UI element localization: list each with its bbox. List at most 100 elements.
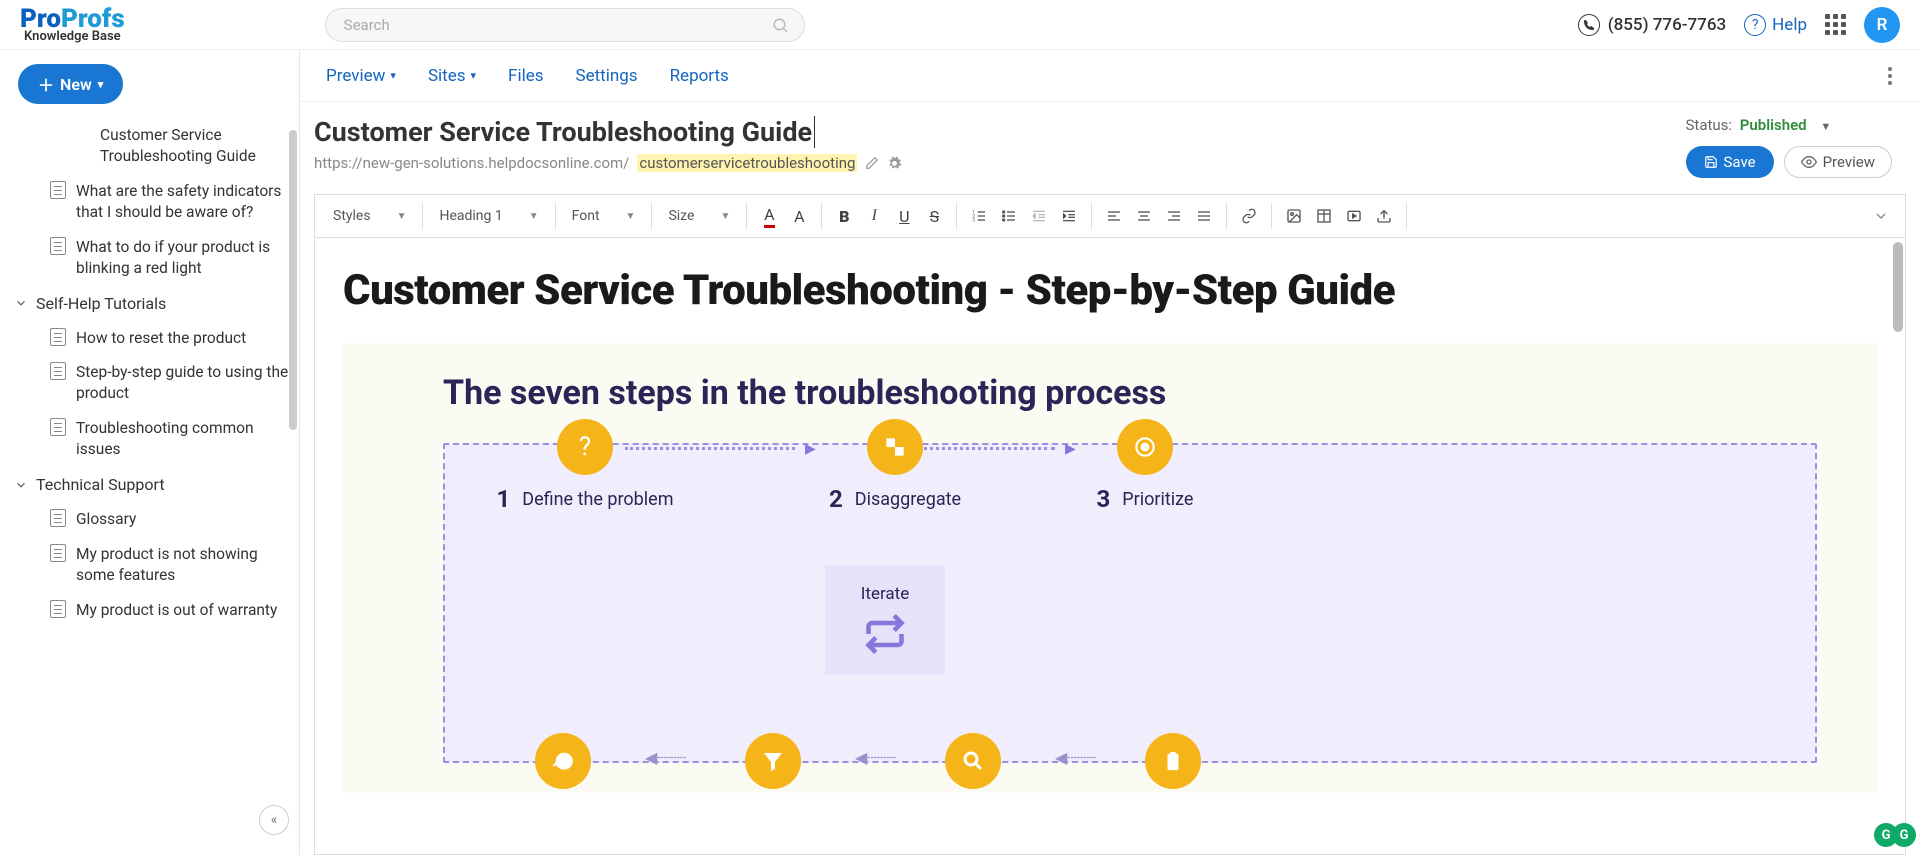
folder-tech-support[interactable]: Technical Support (0, 467, 299, 502)
logo[interactable]: ProProfs Knowledge Base (20, 6, 125, 43)
video-icon[interactable] (1340, 202, 1368, 230)
question-icon: ? (557, 419, 613, 475)
iterate-icon (863, 612, 907, 656)
table-icon[interactable] (1310, 202, 1338, 230)
arrow-left-icon: ◀┄┄┄ (1055, 748, 1096, 767)
tree-item-troubleshoot[interactable]: Troubleshooting common issues (0, 411, 299, 467)
underline-icon[interactable]: U (890, 202, 918, 230)
menubar: Preview▾ Sites▾ Files Settings Reports (300, 50, 1920, 102)
grammarly-badges[interactable]: G G (1880, 823, 1916, 847)
folder-label: Technical Support (36, 475, 165, 494)
styles-dropdown[interactable]: Styles▼ (325, 208, 414, 224)
url-slug[interactable]: customerservicetroubleshooting (637, 154, 857, 172)
menu-sites[interactable]: Sites▾ (412, 66, 492, 86)
preview-button[interactable]: Preview (1784, 146, 1892, 178)
eye-icon (1801, 154, 1817, 170)
text-color-icon[interactable]: A (755, 202, 783, 230)
folder-self-help[interactable]: Self-Help Tutorials (0, 286, 299, 321)
tree-item-features[interactable]: My product is not showing some features (0, 537, 299, 593)
tree-item-reset[interactable]: How to reset the product (0, 321, 299, 356)
document-icon (50, 328, 66, 346)
help-link[interactable]: ? Help (1744, 14, 1807, 36)
tree-item-step-guide[interactable]: Step-by-step guide to using the product (0, 355, 299, 411)
font-dropdown[interactable]: Font▼ (564, 208, 644, 224)
url-base: https://new-gen-solutions.helpdocsonline… (314, 154, 629, 172)
iterate-box: Iterate (825, 565, 945, 675)
menu-reports[interactable]: Reports (654, 66, 745, 86)
menu-files[interactable]: Files (492, 66, 559, 86)
tree-item-safety[interactable]: What are the safety indicators that I sh… (0, 174, 299, 230)
chevron-down-icon: ▾ (471, 69, 477, 82)
diagram: ▶ ▶ ? 1Define the problem 2Disaggregate (443, 443, 1817, 763)
step-3: 3Prioritize (1085, 419, 1205, 513)
chevron-down-icon[interactable]: ▼ (1820, 120, 1831, 133)
more-menu-icon[interactable] (1888, 67, 1892, 85)
tree-item-glossary[interactable]: Glossary (0, 502, 299, 537)
target-icon (1117, 419, 1173, 475)
phone-icon (1578, 14, 1600, 36)
indent-icon[interactable] (1055, 202, 1083, 230)
tree-item-label: Troubleshooting common issues (76, 418, 289, 460)
align-left-icon[interactable] (1100, 202, 1128, 230)
arrow-left-icon: ◀┄┄┄ (645, 748, 686, 767)
gear-icon[interactable] (887, 156, 902, 171)
page-title-input[interactable]: Customer Service Troubleshooting Guide (314, 116, 815, 148)
preview-label: Preview (1823, 153, 1875, 171)
apps-icon[interactable] (1825, 14, 1846, 35)
collapse-sidebar-button[interactable]: « (259, 805, 289, 835)
new-button[interactable]: ＋ New ▾ (18, 64, 123, 104)
document-icon (50, 544, 66, 562)
main: Preview▾ Sites▾ Files Settings Reports C… (300, 50, 1920, 855)
expand-toolbar-icon[interactable] (1867, 202, 1895, 230)
funnel-icon (745, 733, 801, 789)
help-icon: ? (1744, 14, 1766, 36)
tree-item-label: My product is out of warranty (76, 600, 277, 621)
align-right-icon[interactable] (1160, 202, 1188, 230)
upload-icon[interactable] (1370, 202, 1398, 230)
editor-body[interactable]: Customer Service Troubleshooting - Step-… (314, 238, 1906, 855)
link-icon[interactable] (1235, 202, 1263, 230)
tree-item-red-light[interactable]: What to do if your product is blinking a… (0, 230, 299, 286)
tree-item-label: What to do if your product is blinking a… (76, 237, 289, 279)
strike-icon[interactable]: S (920, 202, 948, 230)
outdent-icon[interactable] (1025, 202, 1053, 230)
infographic: The seven steps in the troubleshooting p… (343, 343, 1877, 793)
tree-item-label: My product is not showing some features (76, 544, 289, 586)
tree: Customer Service Troubleshooting Guide W… (0, 118, 299, 628)
phone-link[interactable]: (855) 776-7763 (1578, 14, 1726, 36)
chevron-down-icon (14, 296, 28, 310)
tree-item-label: What are the safety indicators that I sh… (76, 181, 289, 223)
bold-icon[interactable]: B (830, 202, 858, 230)
align-justify-icon[interactable] (1190, 202, 1218, 230)
avatar[interactable]: R (1864, 7, 1900, 43)
ordered-list-icon[interactable]: 123 (965, 202, 993, 230)
italic-icon[interactable]: I (860, 202, 888, 230)
menu-settings[interactable]: Settings (560, 66, 654, 86)
arrow-right-icon: ▶ (805, 441, 816, 457)
search-input[interactable]: Search (325, 8, 805, 42)
tree-item-warranty[interactable]: My product is out of warranty (0, 593, 299, 628)
pencil-icon[interactable] (865, 156, 879, 170)
tree-item-cs-guide[interactable]: Customer Service Troubleshooting Guide (0, 118, 299, 174)
content-heading: Customer Service Troubleshooting - Step-… (343, 266, 1877, 315)
chat-icon (535, 733, 591, 789)
chevron-down-icon: ▾ (98, 78, 104, 91)
status-value[interactable]: Published (1740, 116, 1807, 134)
search-icon (945, 733, 1001, 789)
heading-dropdown[interactable]: Heading 1▼ (431, 208, 546, 224)
status-label: Status: (1686, 116, 1733, 134)
menu-preview[interactable]: Preview▾ (310, 66, 412, 86)
search-icon (772, 17, 790, 35)
bg-color-icon[interactable]: A (785, 202, 813, 230)
align-center-icon[interactable] (1130, 202, 1158, 230)
svg-text:3: 3 (973, 217, 976, 223)
unordered-list-icon[interactable] (995, 202, 1023, 230)
size-dropdown[interactable]: Size▼ (660, 208, 738, 224)
editor-scrollbar[interactable] (1893, 242, 1903, 332)
save-button[interactable]: Save (1686, 146, 1774, 178)
arrow-right-icon: ▶ (1065, 441, 1076, 457)
top-right: (855) 776-7763 ? Help R (1578, 7, 1900, 43)
image-icon[interactable] (1280, 202, 1308, 230)
new-label: New (60, 75, 92, 94)
sidebar-scrollbar[interactable] (289, 130, 297, 430)
